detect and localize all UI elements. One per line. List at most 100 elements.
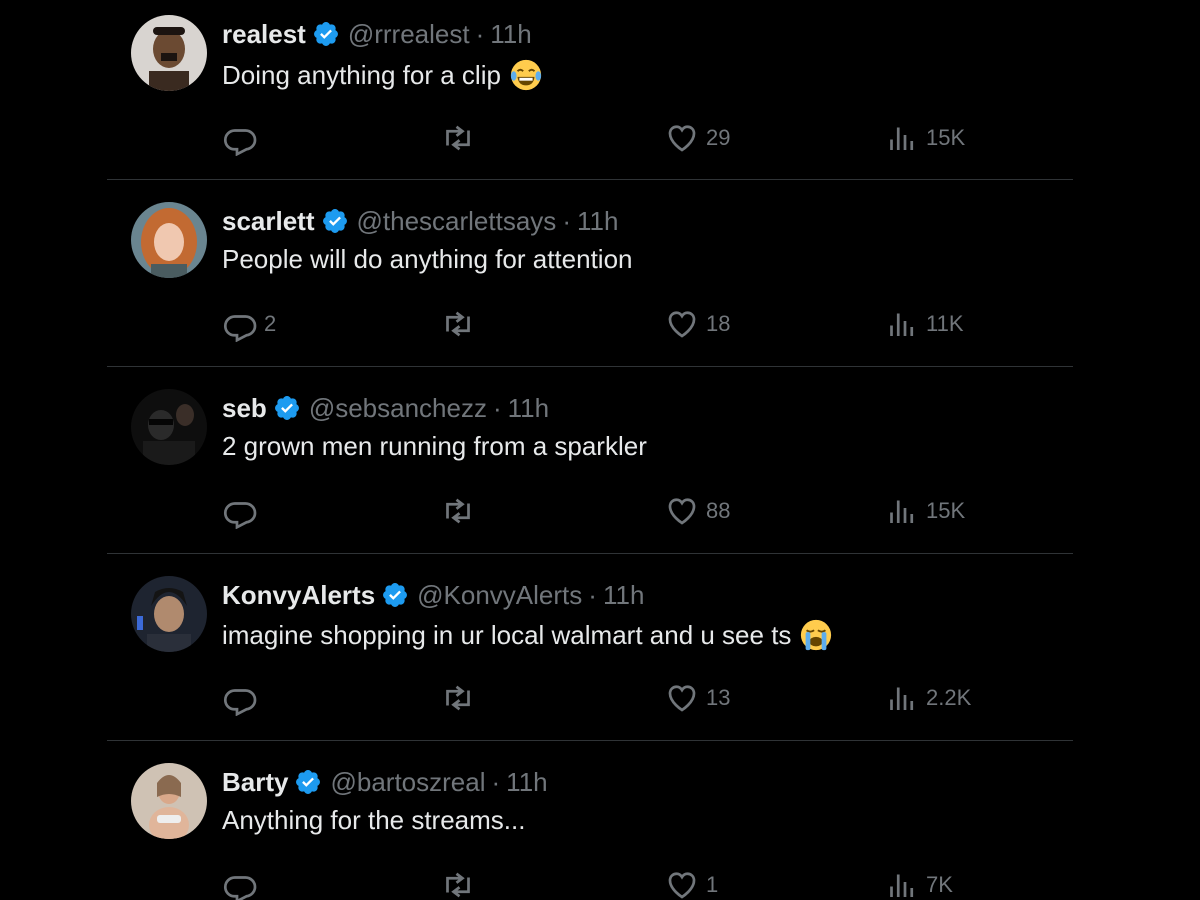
separator-dot: ·	[491, 766, 501, 797]
view-count: 15K	[926, 125, 966, 150]
analytics-icon	[890, 687, 914, 710]
views-button[interactable]: 11K	[884, 304, 964, 344]
reply-button[interactable]	[222, 491, 264, 531]
tweet-header: KonvyAlerts @KonvyAlerts · 11h	[222, 577, 644, 613]
timestamp[interactable]: 11h	[508, 393, 549, 424]
loudly-crying-emoji-icon	[801, 619, 832, 651]
heart-icon	[668, 498, 696, 525]
avatar[interactable]	[131, 202, 207, 278]
user-handle[interactable]: @rrrealest	[348, 19, 470, 50]
avatar[interactable]	[131, 763, 207, 839]
timestamp[interactable]: 11h	[506, 767, 547, 798]
like-count: 1	[706, 872, 719, 897]
verified-badge-icon	[313, 22, 338, 46]
reply-icon	[223, 689, 257, 716]
avatar[interactable]	[131, 15, 207, 91]
views-button[interactable]: 15K	[884, 118, 965, 158]
like-count: 88	[706, 498, 731, 523]
tweet-actions: 1 7K	[222, 865, 1002, 900]
retweet-icon	[446, 872, 470, 898]
retweet-button[interactable]	[440, 865, 476, 900]
tweet-actions: 29 15K	[222, 118, 1002, 158]
display-name[interactable]: KonvyAlerts	[222, 580, 375, 611]
user-handle[interactable]: @bartoszreal	[330, 767, 485, 798]
avatar[interactable]	[131, 389, 207, 465]
like-button[interactable]: 18	[664, 304, 730, 344]
retweet-icon	[446, 498, 470, 524]
views-button[interactable]: 2.2K	[884, 678, 971, 718]
tweet-actions: 88 15K	[222, 491, 1002, 531]
retweet-button[interactable]	[440, 118, 476, 158]
tweet-header: Barty @bartoszreal · 11h	[222, 764, 548, 800]
reply-button[interactable]	[222, 678, 264, 718]
user-handle[interactable]: @sebsanchezz	[309, 393, 487, 424]
retweet-icon	[446, 125, 470, 151]
retweet-button[interactable]	[440, 678, 476, 718]
timestamp[interactable]: 11h	[603, 580, 644, 611]
reply-icon	[223, 129, 257, 156]
like-count: 29	[706, 125, 731, 150]
reply-button[interactable]	[222, 118, 264, 158]
reply-button[interactable]: 2	[222, 304, 276, 344]
tweet-text: imagine shopping in ur local walmart and…	[222, 618, 833, 652]
analytics-icon	[890, 874, 914, 897]
heart-icon	[668, 872, 696, 899]
tweet-text: People will do anything for attention	[222, 244, 633, 275]
tweet[interactable]: scarlett @thescarlettsays · 11h People w…	[107, 180, 1073, 367]
verified-badge-icon	[383, 583, 408, 607]
tweet-text: 2 grown men running from a sparkler	[222, 431, 647, 462]
like-count: 13	[706, 685, 731, 710]
view-count: 2.2K	[926, 685, 972, 710]
avatar[interactable]	[131, 576, 207, 652]
tweet-header: scarlett @thescarlettsays · 11h	[222, 203, 618, 239]
tweet-text-content: Doing anything for a clip	[222, 59, 501, 90]
reply-icon	[223, 315, 257, 342]
separator-dot: ·	[562, 205, 571, 236]
tweet[interactable]: KonvyAlerts @KonvyAlerts · 11h imagine s…	[107, 554, 1073, 741]
views-button[interactable]: 15K	[884, 491, 965, 531]
retweet-icon	[446, 685, 470, 711]
timestamp[interactable]: 11h	[490, 19, 531, 50]
like-button[interactable]: 1	[664, 865, 718, 900]
tweet-text-content: 2 grown men running from a sparkler	[222, 431, 647, 461]
heart-icon	[668, 311, 696, 338]
view-count: 11K	[926, 311, 964, 336]
tweet[interactable]: realest @rrrealest · 11h Doing anything …	[107, 0, 1073, 180]
views-button[interactable]: 7K	[884, 865, 953, 900]
view-count: 15K	[926, 498, 966, 523]
tweet-header: seb @sebsanchezz · 11h	[222, 390, 549, 426]
reply-count: 2	[264, 311, 277, 336]
retweet-button[interactable]	[440, 304, 476, 344]
like-button[interactable]: 13	[664, 678, 730, 718]
analytics-icon	[890, 500, 914, 523]
heart-icon	[668, 685, 696, 712]
joy-emoji-icon	[510, 59, 542, 91]
tweet-text: Doing anything for a clip	[222, 58, 543, 92]
display-name[interactable]: realest	[222, 19, 306, 50]
like-button[interactable]: 29	[664, 118, 730, 158]
verified-badge-icon	[322, 209, 347, 233]
view-count: 7K	[926, 872, 953, 897]
like-count: 18	[706, 311, 731, 336]
tweet-actions: 13 2.2K	[222, 678, 1002, 718]
user-handle[interactable]: @thescarlettsays	[357, 206, 557, 237]
tweet-text: Anything for the streams...	[222, 805, 525, 836]
verified-badge-icon	[296, 770, 321, 794]
verified-badge-icon	[274, 396, 299, 420]
display-name[interactable]: Barty	[222, 767, 288, 798]
reply-button[interactable]	[222, 865, 264, 900]
tweet-text-content: Anything for the streams...	[222, 805, 526, 835]
retweet-icon	[446, 311, 470, 337]
display-name[interactable]: scarlett	[222, 206, 315, 237]
reply-icon	[223, 502, 257, 529]
tweet-text-content: imagine shopping in ur local walmart and…	[222, 619, 792, 650]
retweet-button[interactable]	[440, 491, 476, 531]
tweet[interactable]: Barty @bartoszreal · 11h Anything for th…	[107, 741, 1073, 900]
display-name[interactable]: seb	[222, 393, 267, 424]
like-button[interactable]: 88	[664, 491, 730, 531]
timestamp[interactable]: 11h	[577, 206, 618, 237]
user-handle[interactable]: @KonvyAlerts	[417, 580, 582, 611]
tweet[interactable]: seb @sebsanchezz · 11h 2 grown men runni…	[107, 367, 1073, 554]
heart-icon	[668, 125, 696, 152]
separator-dot: ·	[475, 18, 485, 49]
